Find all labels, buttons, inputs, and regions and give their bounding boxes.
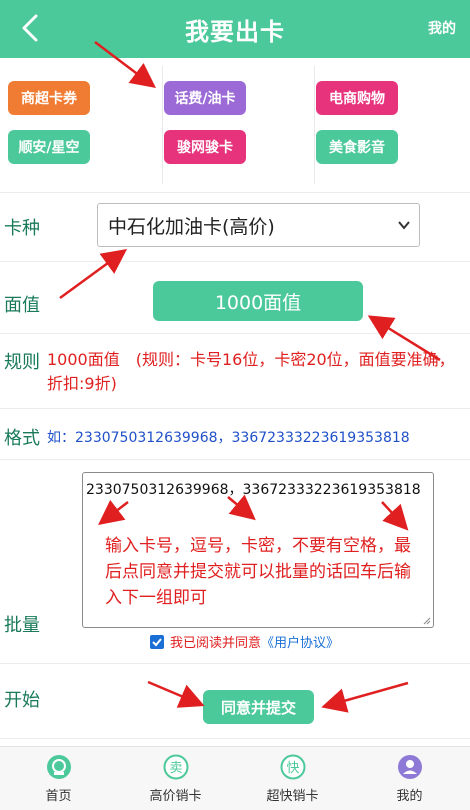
nav-item-home[interactable]: 首页 [0, 747, 117, 810]
agreement: 我已阅读并同意 《用户协议》 [150, 632, 339, 651]
nav-item-mine[interactable]: 我的 [351, 747, 468, 810]
page-title: 我要出卡 [185, 18, 285, 46]
home-icon [47, 755, 71, 779]
batch-hint: 输入卡号，逗号，卡密，不要有空格，最后点同意并提交就可以批量的话回车后输入下一组… [105, 536, 411, 608]
nav-item-high-price[interactable]: 卖 高价销卡 [117, 747, 234, 810]
category-junwang[interactable]: 骏网骏卡 [164, 130, 246, 164]
card-type-label: 卡种 [4, 218, 40, 239]
card-type-value: 中石化加油卡(高价) [108, 215, 275, 238]
nav-label: 首页 [45, 789, 72, 804]
bottom-nav: 首页 卖 高价销卡 快 超快销卡 我的 [0, 746, 470, 810]
category-grid: 商超卡券 话费/油卡 电商购物 顺安/星空 骏网骏卡 美食影音 [0, 58, 470, 192]
format-label: 格式 [4, 428, 40, 449]
user-agreement-link[interactable]: 《用户协议》 [261, 632, 339, 651]
svg-text:快: 快 [286, 761, 299, 776]
submit-button[interactable]: 同意并提交 [203, 690, 314, 724]
category-shunan-xingkong[interactable]: 顺安/星空 [8, 130, 90, 164]
face-value-button[interactable]: 1000面值 [153, 281, 363, 321]
chevron-down-icon [398, 221, 410, 230]
arrow-icon [59, 249, 128, 300]
start-label: 开始 [4, 690, 40, 711]
category-huafei-youka[interactable]: 话费/油卡 [164, 81, 246, 115]
batch-label: 批量 [4, 615, 40, 636]
divider [314, 66, 315, 184]
resize-grip-icon[interactable] [423, 617, 431, 625]
row-divider [0, 408, 470, 409]
row-divider [0, 459, 470, 460]
row-divider [0, 738, 470, 739]
batch-textarea[interactable]: 2330750312639968，33672333223619353818 输入… [82, 472, 434, 628]
row-divider [0, 261, 470, 262]
arrow-icon [321, 681, 409, 713]
face-value-label: 面值 [4, 295, 40, 316]
batch-value: 2330750312639968，33672333223619353818 [86, 482, 421, 498]
rule-label: 规则 [4, 352, 40, 373]
format-example: 如：2330750312639968，33672333223619353818 [47, 430, 410, 446]
rule-text: 1000面值 (规则：卡号16位，卡密20位，面值要准确，折扣:9折) [47, 350, 455, 393]
profile-icon [398, 755, 422, 779]
row-divider [0, 663, 470, 664]
mine-link[interactable]: 我的 [428, 18, 456, 38]
arrow-icon [147, 680, 205, 708]
category-meishi[interactable]: 美食影音 [316, 130, 398, 164]
nav-item-fast[interactable]: 快 超快销卡 [234, 747, 351, 810]
sell-icon: 卖 [163, 754, 189, 780]
card-type-select[interactable]: 中石化加油卡(高价) [97, 203, 420, 247]
agree-text: 我已阅读并同意 [170, 636, 262, 651]
app-header: 我要出卡 我的 [0, 0, 470, 58]
nav-label: 高价销卡 [149, 789, 202, 804]
divider [162, 66, 163, 184]
svg-text:卖: 卖 [169, 761, 182, 776]
agree-checkbox[interactable] [150, 634, 164, 649]
category-shangchao[interactable]: 商超卡券 [8, 81, 90, 115]
nav-label: 超快销卡 [266, 789, 319, 804]
fast-icon: 快 [280, 754, 306, 780]
row-divider [0, 333, 470, 334]
checkmark-icon [152, 637, 162, 646]
category-dianshang[interactable]: 电商购物 [316, 81, 398, 115]
row-divider [0, 192, 470, 193]
nav-label: 我的 [396, 789, 423, 804]
